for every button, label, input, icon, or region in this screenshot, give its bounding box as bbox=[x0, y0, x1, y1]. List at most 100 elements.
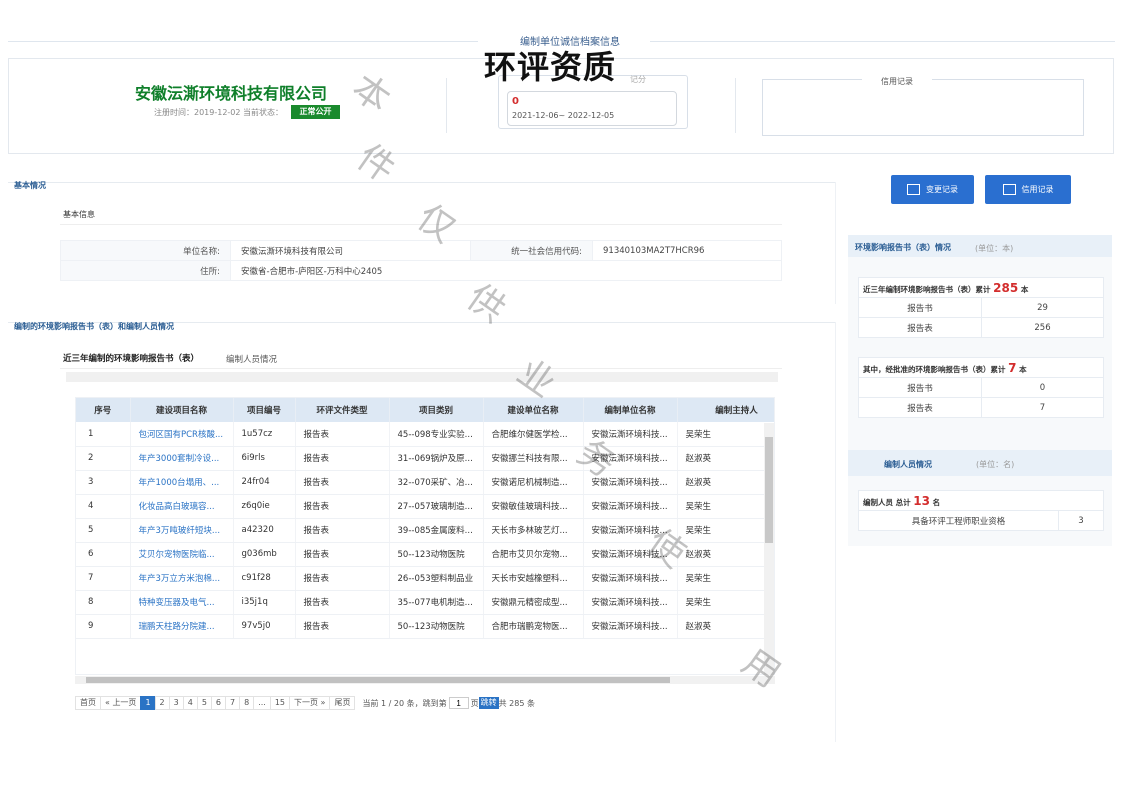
table-cell: 报告表 bbox=[295, 494, 390, 519]
approved-suffix: 本 bbox=[1019, 364, 1027, 374]
status-badge: 正常公开 bbox=[291, 105, 340, 119]
project-name-link[interactable]: 特种变压器及电气... bbox=[130, 590, 234, 615]
credit-search-icon bbox=[1002, 184, 1016, 195]
jump-button[interactable]: 跳转 bbox=[478, 697, 499, 709]
table-cell: 合肥市艾贝尔宠物... bbox=[483, 542, 584, 567]
table-cell: 3 bbox=[76, 470, 131, 495]
column-header: 序号 bbox=[76, 398, 131, 422]
table-cell: 吴荣生 bbox=[677, 494, 774, 519]
approved-form-count: 7 bbox=[981, 397, 1104, 418]
staff-title: 编制人员情况 bbox=[884, 460, 932, 469]
page-number-button[interactable]: 7 bbox=[225, 696, 241, 710]
form-label: 报告表 bbox=[858, 317, 982, 338]
approved-total: 7 bbox=[1008, 360, 1017, 375]
jump-page-input[interactable] bbox=[448, 697, 469, 709]
score-inner-box bbox=[507, 91, 677, 126]
vertical-scrollbar-thumb[interactable] bbox=[765, 437, 773, 543]
table-row: 3 年产1000台塌用、... 24fr04 报告表 32--070采矿、冶... 安徽诺… bbox=[76, 470, 774, 495]
qualification-stamp: 环评资质 bbox=[484, 48, 617, 86]
three-year-report-table: 近三年编制环境影响报告书（表）累计 285 本 报告书 29 报告表 256 bbox=[858, 277, 1104, 338]
score-period: 2021-12-06~ 2022-12-05 bbox=[512, 111, 615, 120]
table-cell: 安徽敏佳玻璃科技... bbox=[483, 494, 584, 519]
table-cell: 报告表 bbox=[295, 614, 390, 639]
table-cell: 天长市多林玻艺灯... bbox=[483, 518, 584, 543]
page-number-button[interactable]: 6 bbox=[210, 696, 226, 710]
page-number-button[interactable]: 3 bbox=[168, 696, 184, 710]
env-report-title: 环境影响报告书（表）情况 bbox=[855, 243, 951, 252]
tab-basic-info[interactable]: 基本信息 bbox=[63, 209, 95, 225]
company-name: 安徽沄澌环境科技有限公司 bbox=[135, 84, 328, 103]
page-number-button[interactable]: 8 bbox=[239, 696, 255, 710]
approved-total-row: 其中，经批准的环境影响报告书（表）累计 7 本 bbox=[858, 357, 1104, 378]
table-cell: 26--053塑料制品业 bbox=[389, 566, 484, 591]
first-page-button[interactable]: 首页 bbox=[75, 696, 101, 710]
page-suffix: 页 bbox=[470, 698, 479, 708]
table-cell: 4 bbox=[76, 494, 131, 519]
prev-page-button[interactable]: « 上一页 bbox=[100, 696, 142, 710]
table-cell: 5 bbox=[76, 518, 131, 543]
column-header: 项目编号 bbox=[233, 398, 296, 422]
pagination: 首页 « 上一页 1 2 3 4 5 6 7 8... 15 下一页 » 尾页 当前 1 / 2… bbox=[75, 696, 535, 710]
tab-recent-reports[interactable]: 近三年编制的环境影响报告书（表） bbox=[63, 352, 200, 369]
three-year-suffix: 本 bbox=[1020, 284, 1029, 294]
three-year-total: 285 bbox=[993, 280, 1019, 295]
project-name-link[interactable]: 艾贝尔宠物医院临... bbox=[130, 542, 234, 567]
card-divider bbox=[735, 78, 736, 133]
change-record-label: 变更记录 bbox=[926, 185, 958, 194]
basic-section-title: 基本情况 bbox=[14, 181, 46, 190]
column-header: 项目类别 bbox=[389, 398, 484, 422]
page-number-button[interactable]: 4 bbox=[182, 696, 198, 710]
tab-staff[interactable]: 编制人员情况 bbox=[226, 353, 277, 365]
column-header: 环评文件类型 bbox=[295, 398, 390, 422]
table-cell: 赵淑英 bbox=[677, 542, 774, 567]
table-cell: 赵淑英 bbox=[677, 614, 774, 639]
table-cell: a42320 bbox=[233, 518, 296, 543]
basic-info-table: 单位名称: 安徽沄澌环境科技有限公司 统一社会信用代码: 91340103MA2… bbox=[60, 240, 782, 281]
card-border bbox=[835, 182, 836, 304]
project-name-link[interactable]: 年产3万吨玻纤短块... bbox=[130, 518, 234, 543]
three-year-total-row: 近三年编制环境影响报告书（表）累计 285 本 bbox=[858, 277, 1104, 298]
credit-code-label: 统一社会信用代码: bbox=[470, 240, 593, 261]
page-number-button[interactable]: 1 bbox=[140, 696, 156, 710]
project-name-link[interactable]: 包河区国有PCR核酸... bbox=[130, 422, 234, 447]
staff-total-prefix: 编制人员 总计 bbox=[863, 497, 911, 507]
last-page-button[interactable]: 尾页 bbox=[329, 696, 356, 710]
table-cell: z6q0ie bbox=[233, 494, 296, 519]
approved-form-label: 报告表 bbox=[858, 397, 982, 418]
form-count: 256 bbox=[981, 317, 1104, 338]
project-name-link[interactable]: 化妆品高白玻璃容... bbox=[130, 494, 234, 519]
tab-underline bbox=[60, 368, 782, 369]
next-page-button[interactable]: 下一页 » bbox=[289, 696, 331, 710]
table-cell: 赵淑英 bbox=[677, 446, 774, 471]
project-name-link[interactable]: 瑞鹏天柱路分院建... bbox=[130, 614, 234, 639]
project-name-link[interactable]: 年产3万立方米泡棉... bbox=[130, 566, 234, 591]
table-cell: 9 bbox=[76, 614, 131, 639]
change-record-button[interactable]: 变更记录 bbox=[891, 175, 974, 204]
table-cell: 合肥市瑞鹏宠物医... bbox=[483, 614, 584, 639]
credit-record-button[interactable]: 信用记录 bbox=[985, 175, 1071, 204]
approved-prefix: 其中，经批准的环境影响报告书（表）累计 bbox=[863, 364, 1006, 374]
table-cell: c91f28 bbox=[233, 566, 296, 591]
horizontal-scrollbar-thumb[interactable] bbox=[86, 677, 670, 683]
table-cell: 吴荣生 bbox=[677, 566, 774, 591]
staff-total-row: 编制人员 总计 13 名 bbox=[858, 490, 1104, 511]
page-number-button[interactable]: 5 bbox=[196, 696, 212, 710]
table-cell: 报告表 bbox=[295, 518, 390, 543]
table-cell: 50--123动物医院 bbox=[389, 542, 484, 567]
table-cell: 6 bbox=[76, 542, 131, 567]
project-name-link[interactable]: 年产1000台塌用、... bbox=[130, 470, 234, 495]
table-cell: 27--057玻璃制造... bbox=[389, 494, 484, 519]
table-cell: 45--098专业实验... bbox=[389, 422, 484, 447]
credit-record-label: 信用记录 bbox=[1021, 185, 1054, 194]
registration-info: 注册时间：2019-12-02 当前状态： bbox=[154, 108, 284, 117]
page-number-button[interactable]: 15 bbox=[269, 696, 291, 710]
page-status: 当前 1 / 20 条，跳到第 bbox=[362, 698, 447, 708]
table-cell: i35j1q bbox=[233, 590, 296, 615]
book-label: 报告书 bbox=[858, 297, 982, 318]
table-cell: 报告表 bbox=[295, 422, 390, 447]
table-cell: g036mb bbox=[233, 542, 296, 567]
page-number-button[interactable]: 2 bbox=[154, 696, 170, 710]
table-cell: 32--070采矿、冶... bbox=[389, 470, 484, 495]
table-header-row: 序号 建设项目名称 项目编号 环评文件类型 项目类别 建设单位名称 编制单位名称 编制主持人 bbox=[76, 398, 774, 422]
project-name-link[interactable]: 年产3000套制冷设... bbox=[130, 446, 234, 471]
